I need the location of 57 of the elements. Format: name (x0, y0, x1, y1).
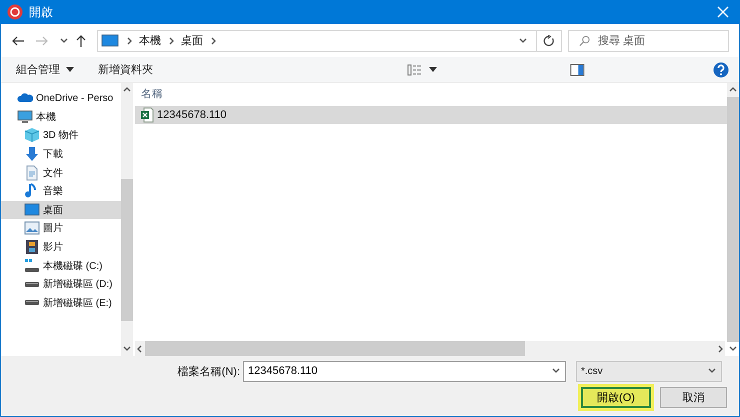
filename-field[interactable]: 12345678.110 (243, 360, 566, 382)
field-label: 檔案名稱(N): (176, 364, 241, 378)
drive-icon (25, 282, 39, 287)
scrollbar[interactable] (121, 83, 133, 356)
cube-icon (24, 127, 40, 144)
dialog-button[interactable]: 取消 (660, 387, 727, 408)
new-folder-button[interactable]: 新增資料夾 (91, 59, 160, 80)
up-arrow-icon[interactable] (75, 34, 87, 48)
organize-menu-button[interactable]: 組合管理 (9, 59, 81, 80)
monitor-icon (17, 108, 33, 125)
film-icon (24, 239, 40, 256)
sidebar-item[interactable]: OneDrive - Perso (1, 89, 121, 108)
breadcrumb-item[interactable]: 桌面 (181, 33, 203, 48)
picture-icon (24, 220, 40, 236)
sidebar-item[interactable]: 新增磁碟區 (D:) (1, 274, 121, 294)
filename-input[interactable]: 12345678.110 (248, 362, 547, 380)
down-arrow-icon (24, 146, 40, 162)
caret-icon (66, 67, 74, 72)
refresh-button[interactable] (537, 30, 562, 52)
dialog-button[interactable]: 開啟(O) (581, 387, 651, 408)
sidebar-item[interactable]: 影片 (1, 238, 121, 256)
sidebar-item[interactable]: 音樂 (1, 182, 121, 201)
file-row[interactable]: 12345678.110 (135, 106, 727, 124)
scrollbar-thumb[interactable] (121, 179, 133, 321)
app-icon (7, 4, 23, 20)
view-options-icon[interactable] (406, 64, 422, 76)
caret-icon[interactable] (428, 67, 436, 72)
search-icon (579, 34, 590, 46)
scrollbar[interactable] (135, 341, 725, 356)
spreadsheet-file-icon (140, 107, 154, 123)
breadcrumb-item[interactable]: 本機 (139, 33, 161, 48)
address-bar[interactable]: 本機 桌面 (97, 30, 537, 52)
chevron-down-icon[interactable] (518, 36, 528, 46)
refresh-icon (543, 34, 555, 46)
monitor-icon (24, 202, 40, 218)
drive-icon (24, 258, 40, 274)
sidebar-item[interactable]: 3D 物件 (1, 126, 121, 145)
column-header[interactable]: 名稱 (141, 87, 163, 101)
sidebar-item[interactable]: 本機 (1, 108, 121, 126)
sidebar-item[interactable]: 下載 (1, 144, 121, 164)
monitor-icon (101, 34, 119, 48)
sidebar-item[interactable]: 文件 (1, 163, 121, 182)
sidebar-item[interactable]: 本機磁碟 (C:) (1, 256, 121, 275)
back-arrow-icon[interactable] (11, 34, 25, 46)
chevron-down-icon[interactable] (59, 36, 69, 46)
close-icon[interactable] (716, 5, 730, 19)
scrollbar-thumb[interactable] (145, 341, 525, 356)
sidebar-item[interactable]: 新增磁碟區 (E:) (1, 294, 121, 312)
search-input[interactable]: 搜尋 桌面 (598, 30, 728, 50)
file-type-dropdown[interactable]: *.csv (576, 360, 722, 382)
help-icon[interactable] (713, 62, 729, 78)
document-icon (24, 164, 40, 181)
sidebar-item[interactable]: 圖片 (1, 219, 121, 238)
sidebar-item[interactable]: 桌面 (1, 200, 121, 220)
drive-icon (25, 300, 39, 306)
search-field[interactable]: 搜尋 桌面 (568, 30, 729, 52)
window-title: 開啟 (29, 4, 53, 20)
